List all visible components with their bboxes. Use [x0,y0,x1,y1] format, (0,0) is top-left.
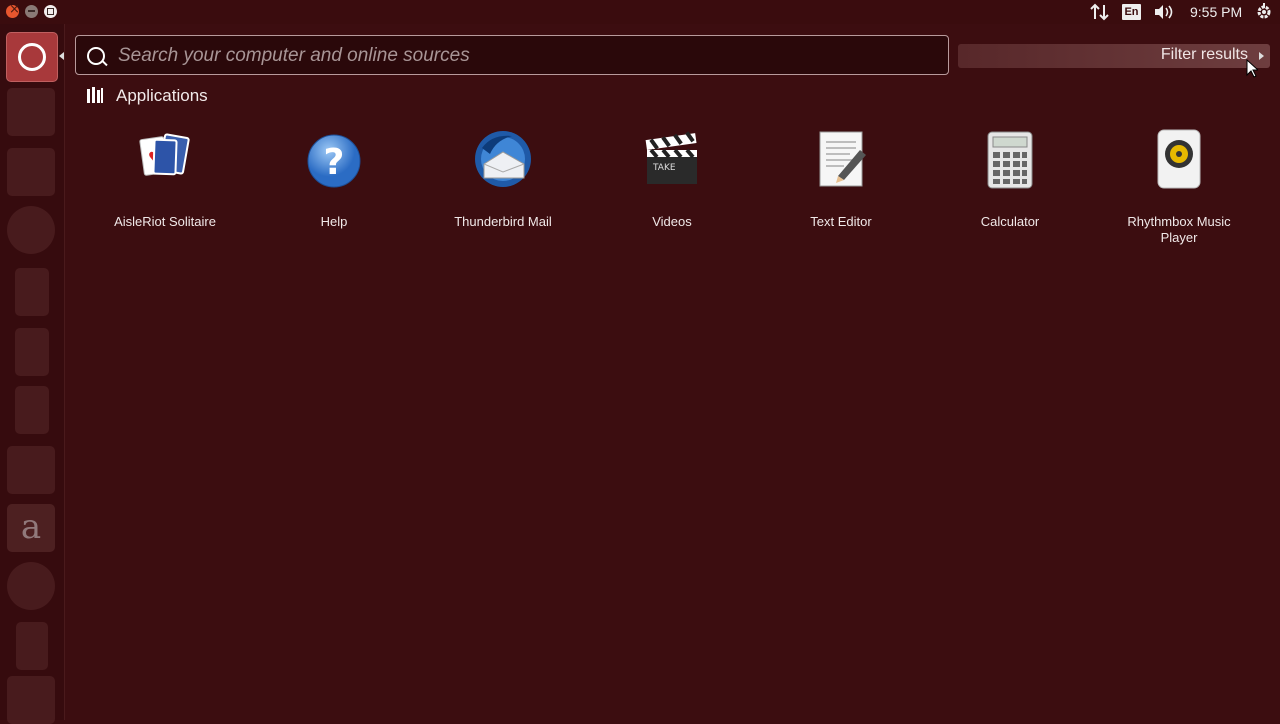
close-window-icon[interactable] [6,2,20,18]
clock[interactable]: 9:55 PM [1190,4,1242,22]
app-calculator[interactable]: Calculator [940,128,1080,230]
app-label: Text Editor [810,214,872,229]
maximize-window-icon[interactable] [44,5,57,18]
expand-arrow-icon [1259,52,1264,60]
applications-category-icon [87,87,103,103]
app-help[interactable]: ? Help [264,128,404,230]
search-icon [87,47,105,65]
app-rhythmbox-music-player[interactable]: Rhythmbox Music Player [1109,128,1249,246]
app-label: Thunderbird Mail [454,214,552,229]
search-input[interactable] [116,36,940,76]
software-center-icon[interactable] [7,446,55,494]
settings-icon[interactable] [7,562,55,610]
launcher: a [0,24,65,724]
text-editor-icon [810,128,872,190]
app-label: Help [320,214,348,229]
category-header: Applications [116,86,208,105]
impress-icon[interactable] [15,386,49,434]
svg-text:TAKE: TAKE [652,163,676,173]
keyboard-layout-icon[interactable]: En [1122,4,1141,20]
minimize-window-icon[interactable] [25,5,38,18]
app-label: Videos [652,214,692,229]
calc-icon[interactable] [15,328,49,376]
ubuntu-logo-icon [18,43,46,71]
app-label: Calculator [980,214,1040,229]
help-icon: ? [303,128,365,190]
mouse-cursor-icon [1246,59,1258,78]
calculator-icon [979,128,1041,190]
system-gear-icon[interactable] [1255,3,1273,21]
app-text-editor[interactable]: Text Editor [771,128,911,230]
launcher-active-arrow-icon [59,52,64,60]
browser-icon[interactable] [7,148,55,196]
filter-results-label: Filter results [1160,46,1248,63]
search-bar[interactable] [75,35,949,76]
dash-home-button[interactable] [6,32,58,82]
app-label: AisleRiot Solitaire [114,214,216,229]
network-icon[interactable] [1090,3,1110,21]
firefox-icon[interactable] [7,206,55,254]
app-videos[interactable]: TAKE Videos [602,128,742,230]
speaker-icon [1148,128,1210,190]
amazon-icon[interactable]: a [7,504,55,552]
svg-text:?: ? [324,142,345,183]
app-thunderbird-mail[interactable]: Thunderbird Mail [433,128,573,230]
top-panel: En 9:55 PM [0,0,1280,24]
clapperboard-icon: TAKE [641,128,703,190]
app-label: Rhythmbox Music Player [1127,214,1231,245]
solitaire-cards-icon: ♥ [134,128,196,190]
writer-icon[interactable] [15,268,49,316]
thunderbird-icon [472,128,534,190]
workspace-icon[interactable] [16,622,48,670]
sound-icon[interactable] [1153,3,1175,21]
trash-icon[interactable] [7,676,55,724]
app-aisleriot-solitaire[interactable]: ♥ AisleRiot Solitaire [95,128,235,230]
filter-results-button[interactable]: Filter results [958,44,1270,68]
files-icon[interactable] [7,88,55,136]
